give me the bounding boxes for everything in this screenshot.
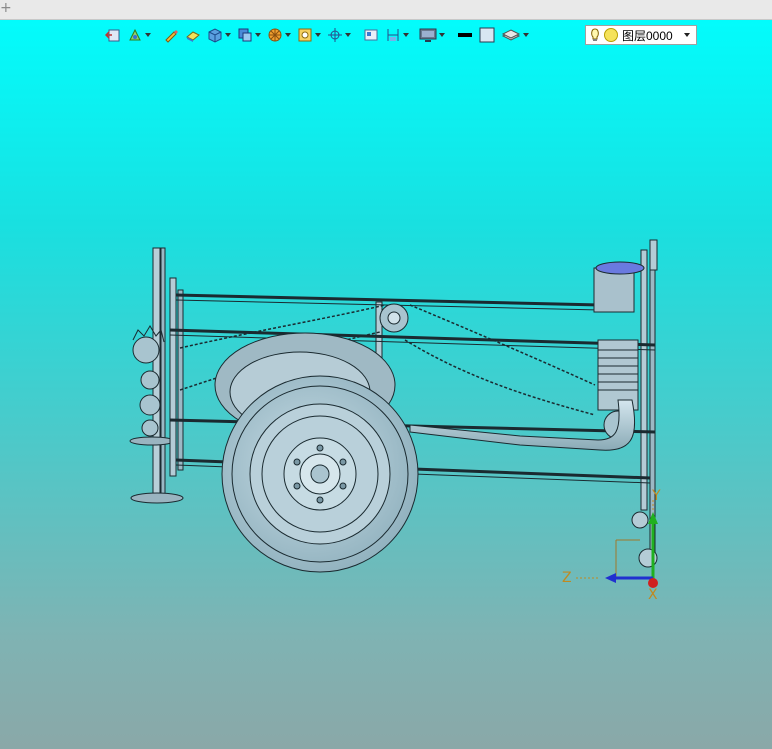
- axis-z-label: Z: [562, 570, 572, 586]
- 3d-viewport[interactable]: Y Z X: [0, 21, 772, 749]
- machine-model: [129, 239, 658, 573]
- tab-strip: +: [0, 0, 772, 20]
- axis-x-label: X: [648, 587, 658, 603]
- new-tab-icon[interactable]: +: [0, 0, 12, 16]
